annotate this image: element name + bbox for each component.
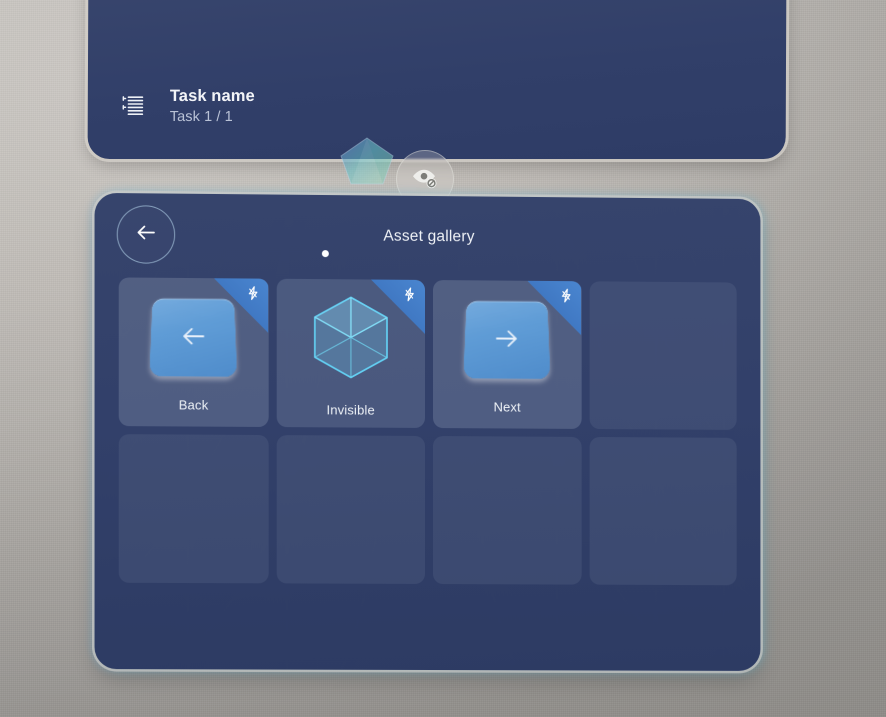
asset-label: Invisible [326, 402, 375, 418]
task-summary-row[interactable]: Task name Task 1 / 1 [120, 87, 255, 125]
asset-cell-empty [118, 434, 269, 584]
task-count-label: Task 1 / 1 [169, 109, 233, 125]
task-panel-inner: Task name Task 1 / 1 [88, 0, 787, 159]
arrow-right-plate-icon [463, 300, 551, 380]
asset-cell[interactable]: Invisible [276, 278, 426, 428]
asset-cell-empty [432, 436, 582, 585]
gallery-header: Asset gallery [95, 193, 761, 281]
gallery-page-indicator[interactable] [95, 247, 658, 260]
gem-polyhedron-icon [339, 136, 395, 186]
asset-thumbnail [433, 292, 581, 385]
task-panel[interactable]: Task name Task 1 / 1 [87, 0, 787, 159]
asset-cell-empty [589, 281, 737, 430]
task-name-label: Task name [169, 87, 255, 105]
asset-thumbnail [276, 291, 425, 384]
asset-grid: Back Invisible Next [118, 277, 737, 586]
asset-cell-empty [589, 436, 737, 586]
wireframe-cube-icon [305, 291, 397, 384]
gallery-title: Asset gallery [383, 227, 475, 246]
asset-gallery-panel: Asset gallery Back Invisible Next [94, 192, 761, 671]
task-text-block: Task name Task 1 / 1 [170, 87, 255, 125]
task-list-icon [120, 93, 146, 119]
asset-cell[interactable]: Back [118, 277, 269, 428]
asset-label: Next [493, 399, 521, 415]
page-dot-1[interactable] [321, 250, 329, 258]
asset-gallery-inner: Asset gallery Back Invisible Next [95, 193, 761, 671]
asset-thumbnail [119, 290, 268, 383]
asset-cell[interactable]: Next [432, 280, 582, 429]
asset-label: Back [178, 397, 209, 413]
eye-off-icon [410, 162, 440, 197]
asset-cell-empty [276, 435, 426, 584]
arrow-left-plate-icon [149, 298, 238, 377]
